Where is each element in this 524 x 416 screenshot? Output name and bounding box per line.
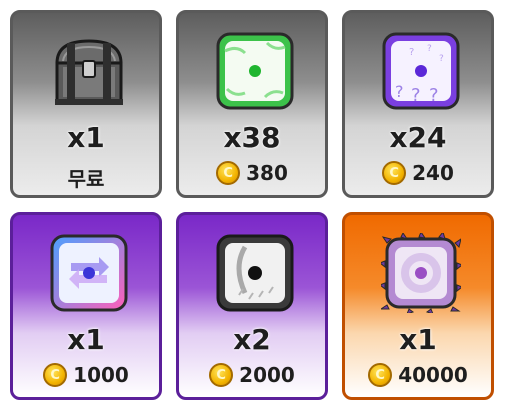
svg-text:?: ? [429,85,439,106]
scratch-die-icon [215,233,295,313]
price-value: 380 [246,161,288,185]
svg-text:?: ? [409,47,414,58]
shop-item-mystery-die[interactable]: ? ? ? ? ? ? x24 C 240 [342,10,494,198]
svg-text:?: ? [395,82,404,101]
item-quantity: x2 [233,323,271,356]
coin-icon: C [368,363,393,387]
green-die-icon [215,31,295,111]
coin-icon: C [43,363,68,387]
svg-text:?: ? [439,54,444,64]
item-price: C 380 [179,161,325,185]
item-price: C 40000 [345,363,491,387]
shop-item-green-die[interactable]: x38 C 380 [176,10,328,198]
coin-icon: C [216,161,241,185]
price-value: 1000 [73,363,129,387]
item-quantity: x1 [67,323,105,356]
svg-text:?: ? [427,44,432,54]
shop-item-thorn-die[interactable]: x1 C 40000 [342,212,494,400]
mystery-die-icon: ? ? ? ? ? ? [381,31,461,111]
item-price-free: 무료 [67,167,105,191]
shop-grid: x1 무료 x38 C 380 ? ? ? ? ? ? x24 C 240 x1… [0,0,524,416]
item-quantity: x1 [399,323,437,356]
chest-icon [49,31,129,111]
shop-item-scratch-die[interactable]: x2 C 2000 [176,212,328,400]
item-quantity: x24 [389,121,447,154]
swap-die-icon [49,233,129,313]
shop-item-swap-die[interactable]: x1 C 1000 [10,212,162,400]
item-price: C 240 [345,161,491,185]
item-price: C 2000 [179,363,325,387]
coin-icon: C [209,363,234,387]
price-value: 40000 [398,363,468,387]
thorn-die-icon [379,230,463,315]
shop-item-chest[interactable]: x1 무료 [10,10,162,198]
price-value: 240 [412,161,454,185]
item-quantity: x38 [223,121,281,154]
item-quantity: x1 [67,121,105,154]
svg-text:?: ? [411,85,421,106]
item-price: C 1000 [13,363,159,387]
price-value: 2000 [239,363,295,387]
coin-icon: C [382,161,407,185]
